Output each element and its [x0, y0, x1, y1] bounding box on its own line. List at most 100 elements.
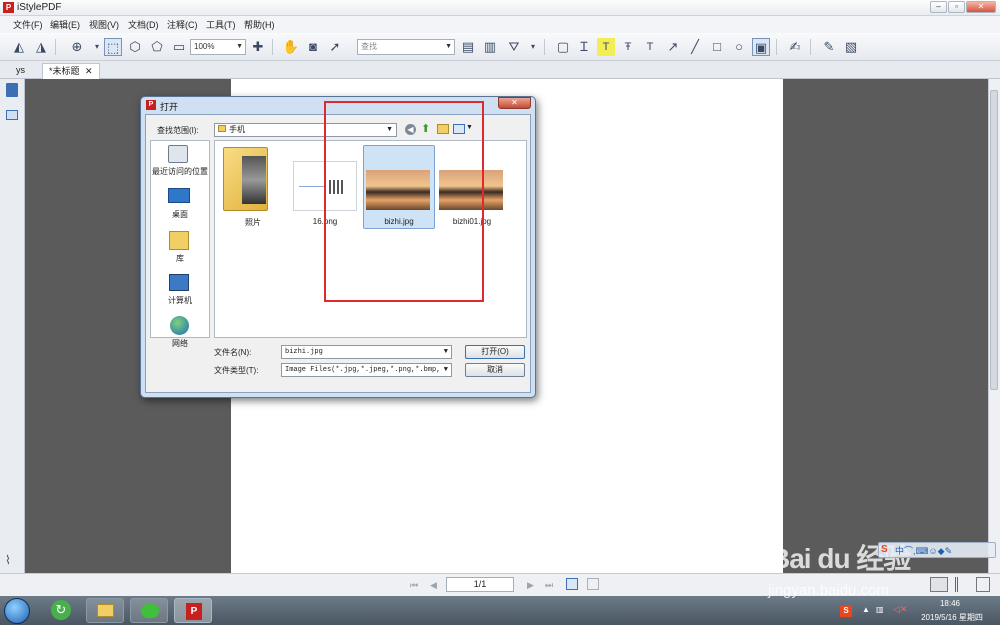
- library-icon[interactable]: [169, 231, 189, 250]
- place-desktop[interactable]: 桌面: [150, 209, 210, 220]
- zoom-out-icon[interactable]: ▭: [170, 38, 188, 56]
- tray-expand-icon[interactable]: ▲: [862, 605, 870, 614]
- prev-page-icon[interactable]: ◀: [430, 580, 437, 591]
- minimize-button[interactable]: –: [930, 1, 947, 13]
- last-page-nav-icon[interactable]: ⏭: [545, 580, 553, 591]
- ellipse-icon[interactable]: ○: [730, 38, 748, 56]
- thumbnail-line: [299, 186, 325, 187]
- computer-icon[interactable]: [169, 274, 189, 291]
- network-icon[interactable]: ▥: [876, 605, 884, 614]
- recent-places-icon[interactable]: [168, 145, 188, 163]
- taskbar-wechat[interactable]: [130, 598, 168, 623]
- place-computer[interactable]: 计算机: [150, 295, 210, 306]
- cancel-button[interactable]: 取消: [465, 363, 525, 377]
- bookmark-icon[interactable]: [6, 83, 18, 97]
- select-tool-icon[interactable]: ⬚: [104, 38, 122, 56]
- zoom-select[interactable]: 100% ▼: [190, 39, 246, 55]
- menu-edit[interactable]: 编辑(E): [50, 18, 80, 31]
- page-forward-icon[interactable]: [587, 578, 599, 590]
- sogou-icon: S: [881, 544, 888, 555]
- place-network[interactable]: 网络: [150, 338, 210, 349]
- tab-ys[interactable]: ys: [10, 63, 31, 79]
- continuous-view-icon[interactable]: [976, 577, 990, 592]
- menu-help[interactable]: 帮助(H): [244, 18, 275, 31]
- window-title: iStylePDF: [17, 2, 62, 13]
- hand-tool-icon[interactable]: ✋: [282, 38, 300, 56]
- rectangle-icon[interactable]: □: [708, 38, 726, 56]
- zoom-plus-icon[interactable]: ✚: [249, 38, 267, 56]
- chevron-down-icon: ▼: [236, 43, 243, 50]
- single-page-view-icon[interactable]: [930, 577, 948, 592]
- file-name[interactable]: 照片: [225, 217, 281, 228]
- page-icon[interactable]: ▤: [459, 38, 477, 56]
- filename-value: bizhi.jpg: [285, 348, 323, 356]
- place-recent[interactable]: 最近访问的位置: [150, 166, 210, 177]
- menu-tools[interactable]: 工具(T): [206, 18, 236, 31]
- close-button[interactable]: ✕: [966, 1, 996, 13]
- separator: [810, 39, 811, 55]
- fit-width-icon[interactable]: ⬠: [148, 38, 166, 56]
- highlight-text-icon[interactable]: T: [597, 38, 615, 56]
- first-page-icon[interactable]: ◭: [10, 38, 28, 56]
- filename-label: 文件名(N):: [214, 348, 252, 357]
- chevron-down-icon: ▼: [445, 43, 452, 50]
- separator: [55, 39, 56, 55]
- tab-untitled[interactable]: *未标题 ✕: [42, 63, 100, 79]
- attachment-icon[interactable]: ⌇: [5, 553, 11, 567]
- desktop-icon[interactable]: [168, 188, 190, 203]
- ime-icon[interactable]: S: [840, 605, 852, 617]
- pen-icon[interactable]: ✎: [820, 38, 838, 56]
- filename-input[interactable]: bizhi.jpg ▼: [281, 345, 452, 359]
- dialog-close-button[interactable]: ✕: [498, 97, 531, 109]
- folder-icon[interactable]: [223, 147, 268, 211]
- search-placeholder: 查找: [361, 42, 377, 51]
- text-cursor-icon[interactable]: Ɪ: [575, 38, 593, 56]
- edit-document-icon[interactable]: ▧: [842, 38, 860, 56]
- scrollbar-thumb[interactable]: [990, 90, 998, 390]
- first-page-nav-icon[interactable]: ⏮: [410, 580, 418, 591]
- browser-icon[interactable]: ↻: [51, 600, 71, 620]
- clock-date[interactable]: 2019/5/16 星期四: [907, 612, 997, 623]
- last-page-icon[interactable]: ◮: [32, 38, 50, 56]
- network-globe-icon[interactable]: [170, 316, 189, 335]
- ime-tools-icon: 中⌒,⌨☺◆✎: [895, 546, 953, 556]
- arrow-cursor-icon[interactable]: ➚: [326, 38, 344, 56]
- place-library[interactable]: 库: [150, 253, 210, 264]
- stamp-icon[interactable]: ▣: [752, 38, 770, 56]
- document-icon[interactable]: ▥: [481, 38, 499, 56]
- volume-icon[interactable]: ◁✕: [893, 604, 907, 615]
- filetype-select[interactable]: Image Files(*.jpg,*.jpeg,*.png,*.bmp, ▼: [281, 363, 452, 377]
- filter-icon[interactable]: ⛛: [505, 38, 523, 56]
- line-icon[interactable]: ╱: [686, 38, 704, 56]
- page-back-icon[interactable]: [566, 578, 578, 590]
- sign-icon[interactable]: ✍: [786, 38, 804, 56]
- open-button[interactable]: 打开(O): [465, 345, 525, 359]
- note-icon[interactable]: ▢: [554, 38, 572, 56]
- page-number-input[interactable]: 1/1: [446, 577, 514, 592]
- clock-time[interactable]: 18:46: [920, 599, 980, 608]
- dialog-title: 打开: [160, 102, 179, 112]
- taskbar: ↻ P S ▲ ▥ ◁✕ 18:46 2019/5/16 星期四: [0, 596, 1000, 625]
- ime-toolbar[interactable]: S 中⌒,⌨☺◆✎: [878, 542, 996, 558]
- thumbnails-icon[interactable]: [6, 110, 18, 120]
- snapshot-icon[interactable]: ◙: [304, 38, 322, 56]
- menu-file[interactable]: 文件(F): [13, 18, 43, 31]
- search-input[interactable]: 查找 ▼: [357, 39, 455, 55]
- filter-dropdown-icon[interactable]: ▾: [524, 38, 542, 56]
- taskbar-explorer[interactable]: [86, 598, 124, 623]
- close-icon[interactable]: ✕: [85, 66, 93, 76]
- taskbar-istylepdf[interactable]: P: [174, 598, 212, 623]
- strikethrough-icon[interactable]: Ŧ: [619, 38, 637, 56]
- start-button[interactable]: [4, 598, 30, 624]
- arrow-line-icon[interactable]: ↗: [664, 38, 682, 56]
- chevron-down-icon: ▼: [443, 348, 448, 356]
- menu-comment[interactable]: 注释(C): [167, 18, 198, 31]
- fit-page-icon[interactable]: ⬡: [126, 38, 144, 56]
- underline-text-icon[interactable]: T: [641, 38, 659, 56]
- menu-view[interactable]: 视图(V): [89, 18, 119, 31]
- menu-document[interactable]: 文档(D): [128, 18, 159, 31]
- zoom-in-icon[interactable]: ⊕: [68, 38, 86, 56]
- next-page-icon[interactable]: ▶: [527, 580, 534, 591]
- two-page-view-icon[interactable]: [955, 577, 969, 592]
- maximize-button[interactable]: ▫: [948, 1, 965, 13]
